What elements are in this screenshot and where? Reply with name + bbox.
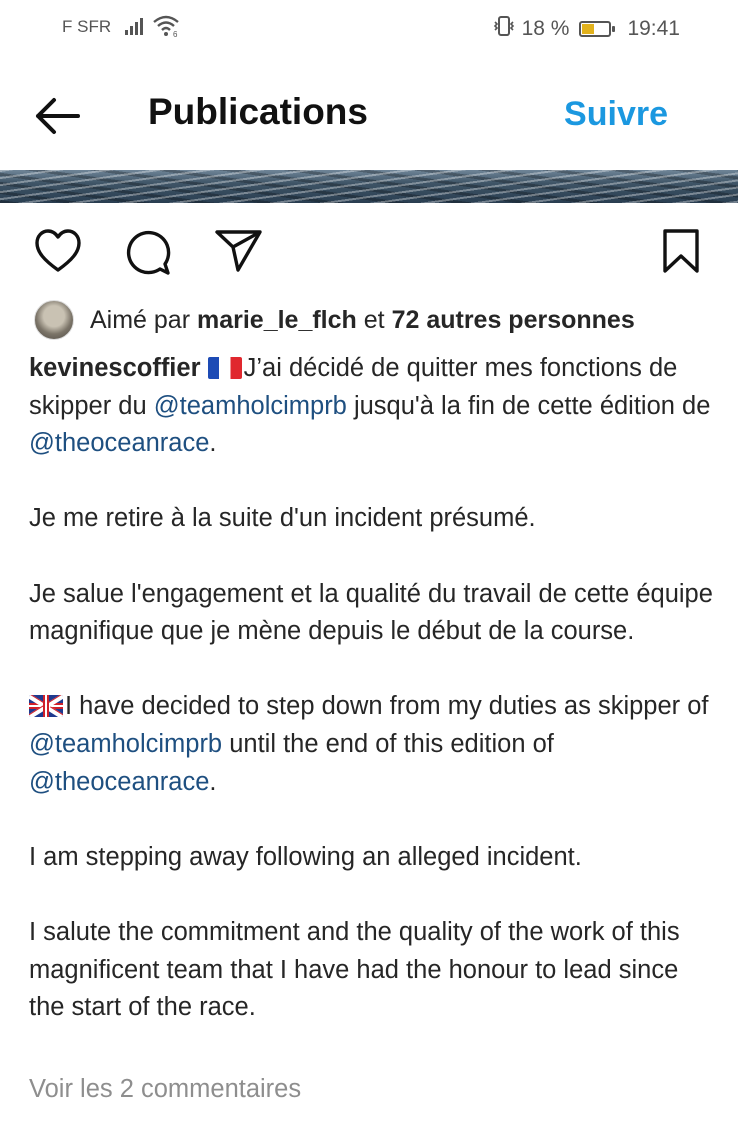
share-icon[interactable]: [214, 228, 264, 279]
caption-fr-paragraph-2: Je me retire à la suite d'un incident pr…: [29, 504, 536, 533]
mention-theoceanrace[interactable]: @theoceanrace: [29, 768, 209, 796]
likes-prefix: Aimé par: [90, 305, 197, 334]
signal-icon: [124, 16, 148, 42]
liker-username[interactable]: marie_le_flch: [197, 306, 357, 335]
likes-count[interactable]: 72 autres personnes: [392, 306, 635, 335]
carrier-label: F SFR: [62, 17, 112, 36]
view-comments-link[interactable]: Voir les 2 commentaires: [29, 1075, 301, 1104]
page-title: Publications: [148, 91, 368, 132]
svg-text:6: 6: [173, 30, 178, 38]
comment-icon[interactable]: [124, 228, 172, 281]
caption-fr-paragraph-3: Je salue l'engagement et la qualité du t…: [29, 579, 713, 646]
arrow-left-icon[interactable]: [30, 94, 84, 138]
bookmark-icon[interactable]: [660, 228, 702, 279]
likes-conjunction: et: [356, 305, 392, 334]
mention-theoceanrace[interactable]: @theoceanrace: [29, 429, 209, 457]
caption-text: .: [209, 767, 217, 796]
avatar[interactable]: [34, 300, 74, 340]
post-caption: kevinescoffier J’ai décidé de quitter me…: [29, 350, 719, 1027]
likes-summary[interactable]: Aimé par marie_le_flch et 72 autres pers…: [34, 300, 635, 340]
post-image[interactable]: [0, 170, 738, 203]
battery-percent: 18 %: [521, 17, 570, 40]
mention-teamholcimprb[interactable]: @teamholcimprb: [29, 730, 222, 758]
mention-teamholcimprb[interactable]: @teamholcimprb: [154, 392, 347, 420]
caption-text: .: [209, 429, 217, 458]
author-username[interactable]: kevinescoffier: [29, 354, 201, 382]
top-app-bar: Publications Suivre: [0, 64, 738, 164]
caption-text: until the end of this edition of: [222, 729, 554, 758]
caption-en-paragraph-2: I am stepping away following an alleged …: [29, 842, 582, 871]
france-flag-icon: [207, 357, 242, 379]
caption-fr-paragraph-1: kevinescoffier J’ai décidé de quitter me…: [29, 350, 719, 463]
clock-time: 19:41: [627, 17, 680, 40]
caption-en-paragraph-3: I salute the commitment and the quality …: [29, 917, 680, 1022]
status-bar: F SFR 6 18 % 19:41: [0, 0, 738, 56]
caption-en-paragraph-1: I have decided to step down from my duti…: [29, 688, 719, 801]
uk-flag-icon: [29, 695, 63, 718]
caption-text: jusqu'à la fin de cette édition de: [346, 391, 711, 420]
post-action-bar: [0, 222, 738, 282]
battery-icon: [579, 21, 616, 37]
caption-text: I have decided to step down from my duti…: [65, 692, 709, 721]
vibrate-icon: [492, 14, 516, 44]
wifi-icon: 6: [152, 14, 182, 44]
follow-button[interactable]: Suivre: [564, 95, 668, 134]
heart-icon[interactable]: [34, 228, 82, 279]
